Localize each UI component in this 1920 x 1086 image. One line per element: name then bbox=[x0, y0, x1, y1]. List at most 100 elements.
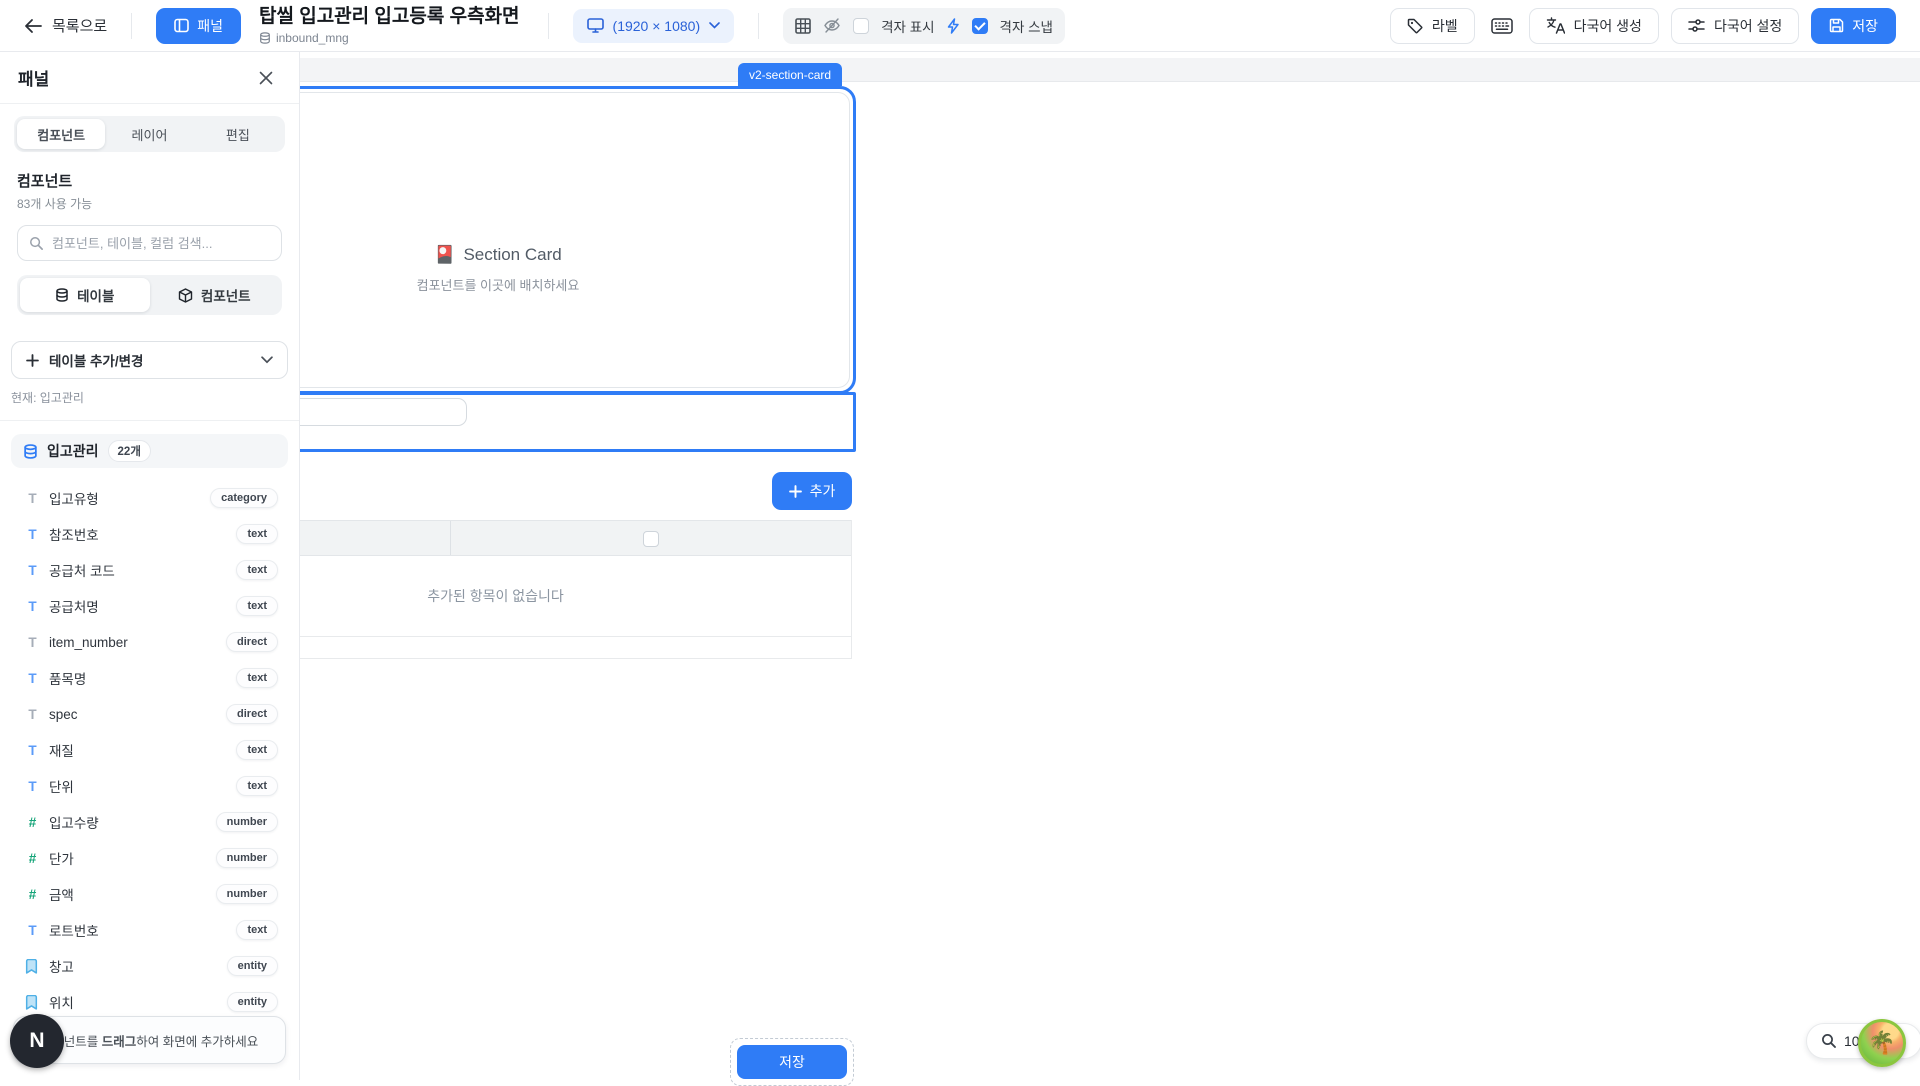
text-field-icon: T bbox=[25, 527, 40, 542]
text-field-icon: T bbox=[25, 599, 40, 614]
panel-close-button[interactable] bbox=[251, 63, 281, 93]
field-type-badge: number bbox=[216, 812, 278, 832]
field-item[interactable]: Tspecdirect bbox=[25, 696, 278, 732]
field-name: item_number bbox=[49, 635, 128, 650]
database-icon bbox=[55, 288, 69, 302]
number-field-icon: # bbox=[25, 851, 40, 866]
field-type-badge: number bbox=[216, 848, 278, 868]
field-type-badge: entity bbox=[227, 992, 278, 1012]
text-field-icon: T bbox=[25, 671, 40, 686]
chevron-down-icon bbox=[261, 356, 273, 364]
component-search[interactable] bbox=[17, 225, 282, 261]
panel-toggle-button[interactable]: 패널 bbox=[156, 8, 241, 44]
table-tag: inbound_mng bbox=[276, 31, 349, 45]
field-item[interactable]: # 금액 number bbox=[25, 876, 278, 912]
database-icon bbox=[23, 444, 38, 459]
column-divider bbox=[450, 521, 451, 555]
field-item[interactable]: T재질text bbox=[25, 732, 278, 768]
tab-edit[interactable]: 편집 bbox=[194, 119, 282, 149]
current-table-label: 현재: 입고관리 bbox=[11, 389, 288, 406]
divider bbox=[758, 13, 759, 39]
table-item-selected[interactable]: 입고관리 22개 bbox=[11, 434, 288, 468]
source-components-button[interactable]: 컴포넌트 bbox=[150, 278, 280, 312]
save-icon bbox=[1829, 18, 1844, 33]
field-name: 공급처 코드 bbox=[49, 560, 115, 580]
database-icon bbox=[259, 32, 271, 44]
add-row-button[interactable]: 추가 bbox=[772, 472, 852, 510]
field-item[interactable]: Titem_numberdirect bbox=[25, 624, 278, 660]
field-type-badge: text bbox=[236, 668, 278, 688]
field-item[interactable]: T공급처 코드text bbox=[25, 552, 278, 588]
text-field-icon: T bbox=[25, 743, 40, 758]
field-item[interactable]: # 입고수량 number bbox=[25, 804, 278, 840]
tab-layers[interactable]: 레이어 bbox=[105, 119, 193, 149]
i18n-generate-button[interactable]: 다국어 생성 bbox=[1529, 8, 1659, 44]
grid-toggle-group: 격자 표시 격자 스냅 bbox=[783, 8, 1065, 44]
shortcut-keyboard-button[interactable] bbox=[1487, 11, 1517, 41]
field-type-badge: direct bbox=[226, 632, 278, 652]
field-name: 입고수량 bbox=[49, 812, 99, 832]
select-all-checkbox[interactable] bbox=[643, 531, 659, 547]
monitor-icon bbox=[587, 18, 604, 33]
field-list: T입고유형categoryT참조번호textT공급처 코드textT공급처명te… bbox=[0, 480, 299, 1056]
field-type-badge: category bbox=[210, 488, 278, 508]
field-name: 금액 bbox=[49, 884, 74, 904]
search-input[interactable] bbox=[52, 236, 270, 251]
field-item[interactable]: 창고entity bbox=[25, 948, 278, 984]
grid-show-label: 격자 표시 bbox=[881, 16, 934, 36]
add-change-table-button[interactable]: 테이블 추가/변경 bbox=[11, 341, 288, 379]
tag-icon bbox=[1407, 18, 1423, 34]
field-item[interactable]: T참조번호text bbox=[25, 516, 278, 552]
source-toggle: 테이블 컴포넌트 bbox=[17, 275, 282, 315]
field-item[interactable]: T공급처명text bbox=[25, 588, 278, 624]
field-item[interactable]: T단위text bbox=[25, 768, 278, 804]
field-name: 단가 bbox=[49, 848, 74, 868]
field-type-badge: number bbox=[216, 884, 278, 904]
selection-badge: v2-section-card bbox=[738, 63, 842, 86]
divider bbox=[0, 420, 299, 421]
page-title: 탑씰 입고관리 입고등록 우측화면 bbox=[259, 6, 520, 29]
canvas-save-button[interactable]: 저장 bbox=[737, 1045, 847, 1079]
field-type-badge: text bbox=[236, 776, 278, 796]
divider bbox=[548, 13, 549, 39]
chevron-down-icon bbox=[709, 22, 720, 29]
settings-sliders-icon bbox=[1688, 18, 1705, 33]
field-item[interactable]: T로트번호text bbox=[25, 912, 278, 948]
text-field-icon: T bbox=[25, 491, 40, 506]
field-item[interactable]: # 단가 number bbox=[25, 840, 278, 876]
label-button[interactable]: 라벨 bbox=[1390, 8, 1475, 44]
plus-icon bbox=[789, 485, 802, 498]
save-button[interactable]: 저장 bbox=[1811, 8, 1896, 44]
search-icon bbox=[29, 236, 44, 251]
panel-title: 패널 bbox=[18, 65, 49, 90]
i18n-settings-button[interactable]: 다국어 설정 bbox=[1671, 8, 1799, 44]
section-card-title: Section Card bbox=[463, 245, 561, 265]
tab-components[interactable]: 컴포넌트 bbox=[17, 119, 105, 149]
user-avatar: N bbox=[10, 1014, 64, 1068]
number-field-icon: # bbox=[25, 815, 40, 830]
section-card-icon: 🎴 bbox=[434, 245, 455, 265]
grid-snap-checkbox[interactable] bbox=[972, 18, 988, 34]
magnifier-icon bbox=[1821, 1033, 1837, 1049]
back-label: 목록으로 bbox=[52, 15, 107, 36]
panel-icon bbox=[174, 18, 189, 33]
back-button[interactable]: 목록으로 bbox=[24, 15, 107, 36]
source-tables-button[interactable]: 테이블 bbox=[20, 278, 150, 312]
field-type-badge: text bbox=[236, 524, 278, 544]
number-field-icon: # bbox=[25, 887, 40, 902]
field-type-badge: direct bbox=[226, 704, 278, 724]
entity-field-icon bbox=[25, 995, 40, 1010]
text-field-icon: T bbox=[25, 779, 40, 794]
field-item[interactable]: 위치entity bbox=[25, 984, 278, 1020]
keyboard-icon bbox=[1491, 18, 1513, 34]
entity-field-icon bbox=[25, 959, 40, 974]
field-type-badge: text bbox=[236, 560, 278, 580]
screen-size-select[interactable]: (1920 × 1080) bbox=[573, 9, 735, 43]
field-item[interactable]: T품목명text bbox=[25, 660, 278, 696]
field-name: 로트번호 bbox=[49, 920, 99, 940]
divider bbox=[131, 13, 132, 39]
island-sticker: 🌴 bbox=[1858, 1019, 1906, 1067]
close-icon bbox=[259, 71, 273, 85]
field-item[interactable]: T입고유형category bbox=[25, 480, 278, 516]
grid-show-checkbox[interactable] bbox=[853, 18, 869, 34]
